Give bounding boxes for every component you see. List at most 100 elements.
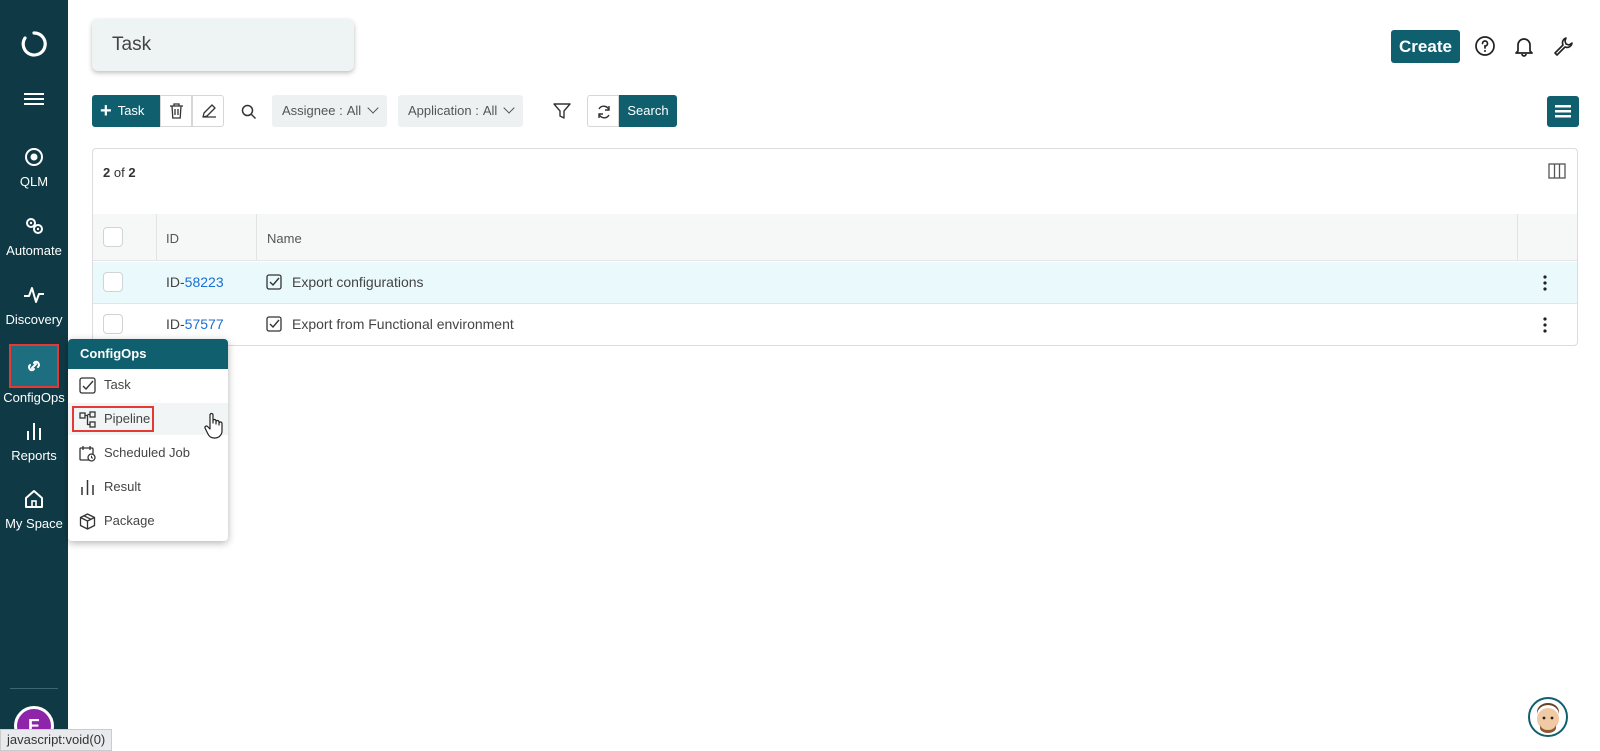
sidebar-item-label: Discovery [5,312,63,327]
assignee-filter-value: All [346,103,362,118]
flyout-item-scheduled-job[interactable]: Scheduled Job [68,437,228,469]
sidebar: QLM Automate Discovery ConfigOps Reports [0,0,68,751]
pencil-icon [202,104,216,118]
sidebar-item-qlm[interactable]: QLM [0,146,68,189]
assignee-filter[interactable]: Assignee : All [272,95,388,127]
column-header-id[interactable]: ID [166,231,179,246]
page-title: Task [92,19,354,71]
flyout-item-label: Task [104,377,131,392]
task-id-prefix: ID- [166,316,185,332]
sidebar-item-my-space[interactable]: My Space [0,488,68,531]
target-icon [25,148,43,166]
help-icon[interactable] [1474,35,1496,57]
sidebar-item-label: ConfigOps [3,390,65,405]
home-icon [25,490,43,508]
pipeline-icon [79,411,96,428]
table-row[interactable]: ID-58223 Export configurations [93,262,1577,304]
task-name[interactable]: Export from Functional environment [292,316,514,332]
hand-cursor-icon [204,412,223,439]
assistant-avatar-icon [1537,703,1559,733]
task-checkbox-icon [266,316,282,332]
pulse-icon [24,287,44,303]
column-header-name[interactable]: Name [267,231,302,246]
trash-icon [170,103,183,119]
row-menu-icon[interactable] [1543,275,1547,291]
column-divider [1517,214,1518,261]
add-task-label: Task [117,103,145,118]
flyout-title: ConfigOps [68,339,228,369]
sidebar-item-reports[interactable]: Reports [0,420,68,463]
bell-icon[interactable] [1513,35,1535,57]
gears-icon [26,218,43,234]
flyout-item-task[interactable]: Task [68,369,228,401]
wrench-icon[interactable] [1552,35,1574,57]
chevron-down-icon [367,102,379,114]
search-button[interactable]: Search [619,95,677,127]
chevron-down-icon [503,102,515,114]
filter-icon[interactable] [552,101,572,121]
task-name[interactable]: Export configurations [292,274,424,290]
add-task-button[interactable]: + Task [92,95,160,127]
configops-highlight [9,344,59,388]
refresh-icon [598,105,610,119]
app-logo-icon[interactable] [20,30,48,58]
search-icon[interactable] [240,103,258,121]
columns-icon[interactable] [1548,163,1566,179]
create-button[interactable]: Create [1391,30,1460,63]
sidebar-divider [10,688,58,689]
sidebar-item-label: Reports [11,448,57,463]
task-id-prefix: ID- [166,274,185,290]
column-divider [156,214,157,261]
sidebar-item-discovery[interactable]: Discovery [0,284,68,327]
sidebar-item-label: My Space [5,516,63,531]
task-id[interactable]: ID-58223 [166,274,224,290]
table-header: ID Name [93,214,1577,261]
status-bar-url: javascript:void(0) [0,729,113,751]
row-checkbox[interactable] [103,314,123,334]
result-count: 2 of 2 [103,165,136,180]
checkbox-icon [79,377,96,394]
count-of: of [113,165,125,180]
flyout-item-label: Result [104,479,141,494]
bar-chart-icon [81,480,94,495]
package-icon [79,513,96,530]
delete-button[interactable] [160,95,192,127]
task-id-link[interactable]: 58223 [185,274,224,290]
application-filter[interactable]: Application : All [398,95,524,127]
task-id[interactable]: ID-57577 [166,316,224,332]
menu-toggle-icon[interactable] [24,93,44,107]
assistant-bot-button[interactable] [1528,697,1568,737]
refresh-button[interactable] [587,95,619,127]
sidebar-item-automate[interactable]: Automate [0,215,68,258]
flyout-item-label: Scheduled Job [104,445,191,460]
application-filter-value: All [482,103,498,118]
sidebar-item-label: QLM [19,174,49,189]
link-icon [28,360,40,372]
row-checkbox[interactable] [103,272,123,292]
task-checkbox-icon [266,274,282,290]
task-name-cell: Export from Functional environment [266,316,514,332]
sidebar-item-label: Automate [6,243,62,258]
sidebar-item-configops[interactable]: ConfigOps [0,344,68,405]
task-table: 2 of 2 ID Name ID-58223 Export configura… [92,148,1578,346]
list-icon [1555,105,1571,118]
flyout-item-result[interactable]: Result [68,471,228,503]
application-filter-label: Application : [408,103,479,118]
column-divider [256,214,257,261]
assignee-filter-label: Assignee : [282,103,343,118]
list-view-button[interactable] [1547,96,1579,127]
table-row[interactable]: ID-57577 Export from Functional environm… [93,304,1577,346]
select-all-checkbox[interactable] [103,227,123,247]
flyout-item-package[interactable]: Package [68,505,228,537]
calendar-clock-icon [79,446,96,462]
bar-chart-icon [27,423,41,440]
flyout-item-label: Package [104,513,155,528]
row-menu-icon[interactable] [1543,317,1547,333]
configops-flyout-menu: ConfigOps Task Pipeline Scheduled Job Re… [68,339,228,541]
task-id-link[interactable]: 57577 [185,316,224,332]
count-total: 2 [128,165,136,180]
task-name-cell: Export configurations [266,274,424,290]
count-shown: 2 [103,165,111,180]
edit-button[interactable] [192,95,224,127]
plus-icon: + [100,100,112,122]
